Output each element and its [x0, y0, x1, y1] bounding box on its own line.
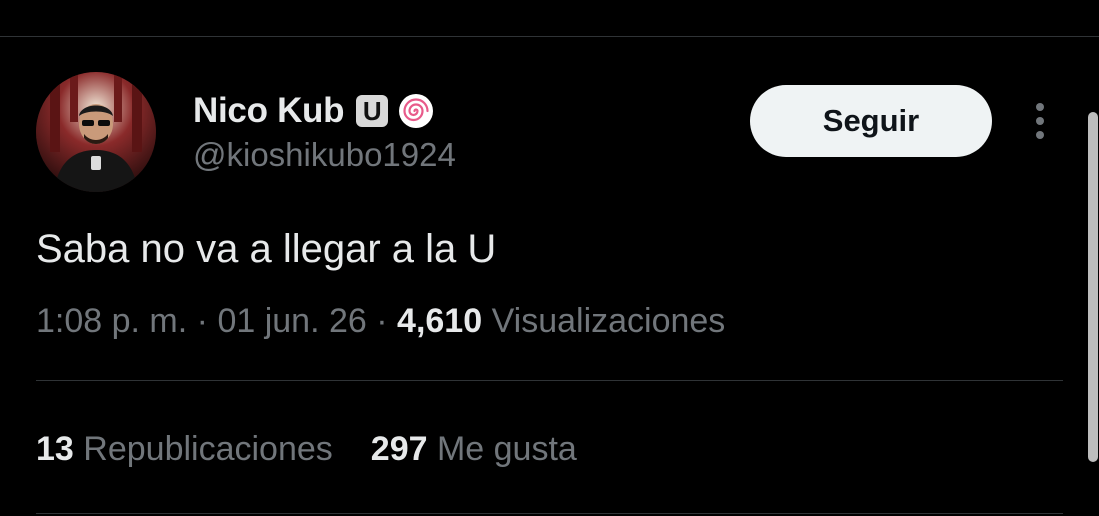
likes-label: Me gusta [436, 430, 577, 468]
scrollbar[interactable] [1088, 112, 1098, 462]
tweet-text: Saba no va a llegar a la U [36, 227, 497, 271]
u-badge-icon: U [356, 95, 389, 127]
engagement-stats: 13 Republicaciones 297 Me gusta [36, 426, 577, 472]
follow-button[interactable]: Seguir [750, 85, 992, 157]
divider [36, 380, 1063, 381]
meta-separator: · [376, 302, 388, 340]
likes-count: 297 [370, 430, 428, 468]
avatar-image [36, 72, 156, 192]
reposts-label: Republicaciones [83, 430, 333, 468]
tweet-meta: 1:08 p. m. · 01 jun. 26 · 4,610 Visualiz… [36, 298, 725, 344]
reposts-stat[interactable]: 13 Republicaciones [36, 426, 333, 472]
more-options-button[interactable] [1024, 98, 1056, 144]
tweet-detail-view: Nico Kub U @kioshikubo1924 Seguir Saba n… [0, 0, 1099, 516]
reposts-count: 13 [36, 430, 74, 468]
views-label: Visualizaciones [491, 302, 726, 340]
tweet-time[interactable]: 1:08 p. m. [36, 302, 187, 340]
likes-stat[interactable]: 297 Me gusta [371, 426, 577, 472]
more-vertical-icon [1036, 103, 1044, 139]
meta-separator: · [196, 302, 208, 340]
top-divider [0, 36, 1099, 37]
divider [36, 513, 1063, 514]
swirl-badge-icon [396, 91, 436, 131]
avatar[interactable] [36, 72, 156, 192]
views-count: 4,610 [397, 302, 483, 340]
author-display-name[interactable]: Nico Kub [193, 91, 345, 131]
author-name-row: Nico Kub U [193, 88, 436, 134]
author-handle[interactable]: @kioshikubo1924 [193, 136, 456, 174]
tweet-date[interactable]: 01 jun. 26 [217, 302, 366, 340]
